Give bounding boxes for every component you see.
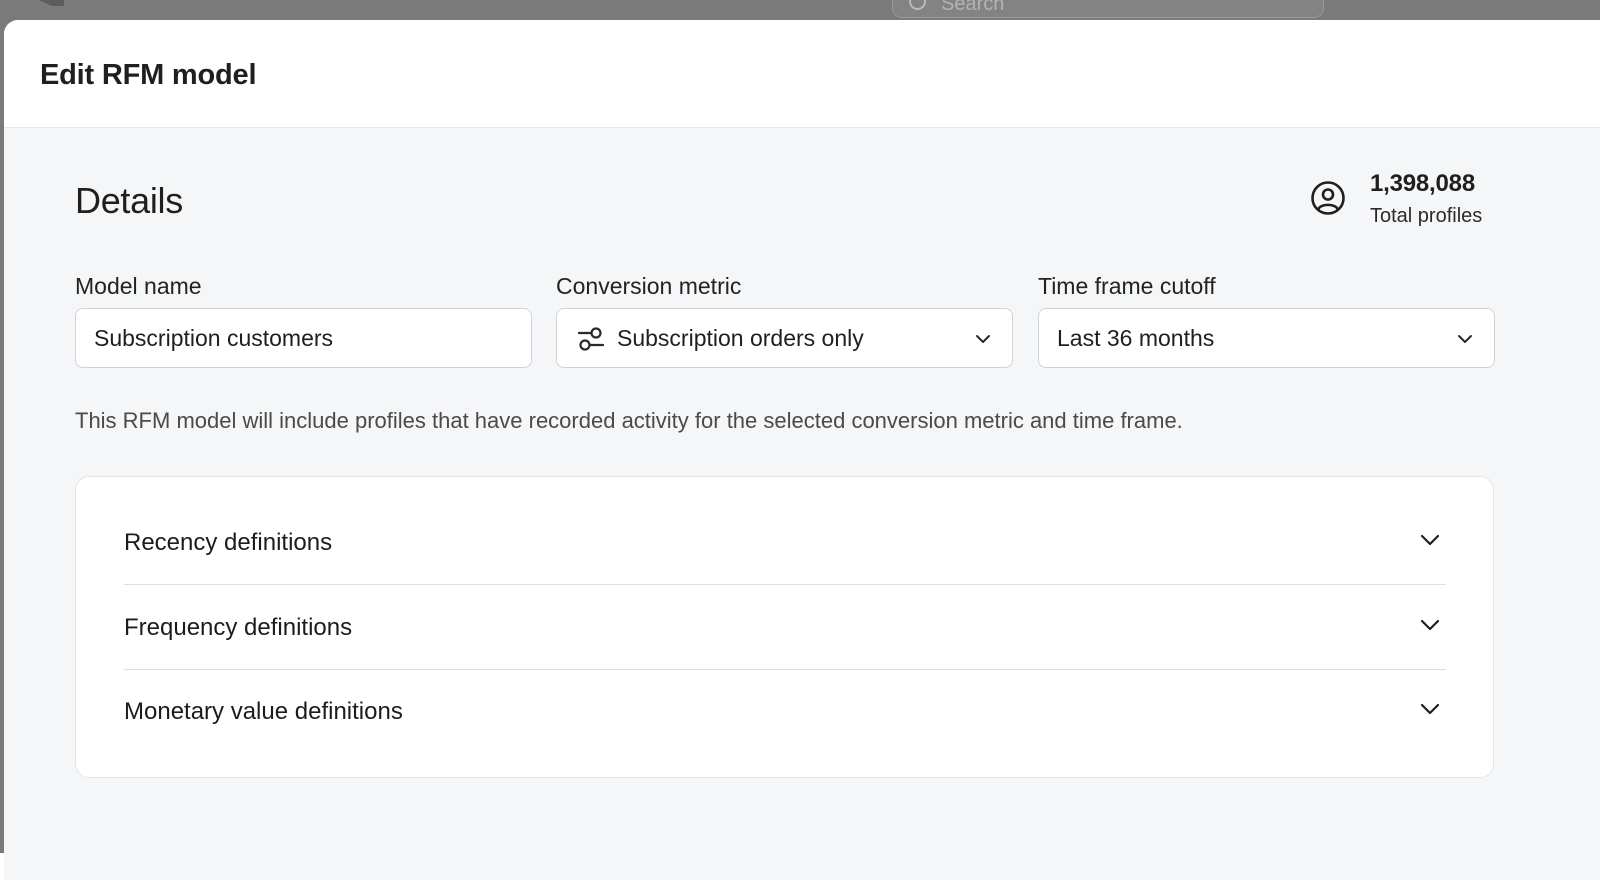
accordion-frequency[interactable]: Frequency definitions [124, 586, 1446, 670]
chevron-down-icon [976, 335, 990, 343]
user-circle-icon [1311, 181, 1345, 215]
conversion-metric-label: Conversion metric [556, 273, 742, 299]
accordion-label: Frequency definitions [124, 614, 353, 641]
profiles-count: 1,398,088 [1370, 170, 1475, 197]
chevron-down-icon [1420, 703, 1440, 715]
details-title: Details [75, 180, 183, 221]
time-frame-label: Time frame cutoff [1038, 273, 1216, 299]
chevron-down-icon [1420, 534, 1440, 546]
app-logo [34, 0, 64, 6]
accordion-label: Monetary value definitions [124, 698, 403, 725]
time-frame-select[interactable]: Last 36 months [1038, 308, 1495, 368]
edit-rfm-modal: Edit RFM model Details 1,398,088 Total p… [4, 20, 1600, 880]
helper-text: This RFM model will include profiles tha… [75, 408, 1183, 433]
accordion-monetary[interactable]: Monetary value definitions [124, 670, 1446, 754]
background-search-placeholder: Search [941, 0, 1005, 15]
accordion-recency[interactable]: Recency definitions [124, 501, 1446, 585]
conversion-metric-value: Subscription orders only [617, 325, 864, 351]
time-frame-value: Last 36 months [1057, 325, 1215, 351]
modal-header: Edit RFM model [4, 20, 1600, 128]
chevron-down-icon [1420, 619, 1440, 631]
accordion-label: Recency definitions [124, 529, 333, 556]
model-name-field-wrapper [75, 308, 532, 368]
search-icon [909, 0, 926, 10]
conversion-metric-select[interactable]: Subscription orders only [556, 308, 1013, 368]
total-profiles-summary: 1,398,088 Total profiles [1310, 168, 1510, 232]
chevron-down-icon [1458, 335, 1472, 343]
model-name-label: Model name [75, 273, 202, 299]
modal-title: Edit RFM model [40, 59, 257, 91]
definitions-card: Recency definitions Frequency definition… [75, 476, 1494, 778]
model-name-input[interactable] [76, 309, 531, 367]
profiles-count-label: Total profiles [1370, 205, 1483, 227]
background-search-bar: Search [892, 0, 1324, 18]
filter-settings-icon [577, 327, 605, 351]
